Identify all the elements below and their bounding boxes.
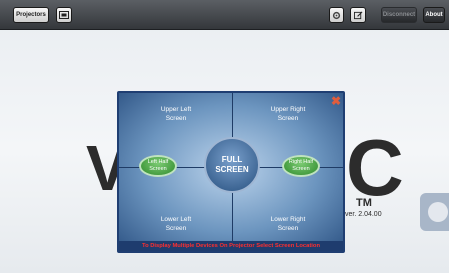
left-half-screen-button[interactable]: Left Half Screen [139,155,177,177]
edit-icon[interactable] [350,7,366,23]
pencil-icon [353,11,362,19]
right-half-screen-button[interactable]: Right Half Screen [282,155,320,177]
image-icon[interactable] [56,7,72,23]
settings-icon [332,11,341,19]
gear-icon[interactable] [329,7,344,23]
picture-icon [59,11,69,19]
upper-right-screen-option[interactable]: Upper Right Screen [243,105,333,123]
dialog-footer-instruction: To Display Multiple Devices On Projector… [119,241,343,251]
logo-letter-right: C [346,123,404,212]
projectors-button[interactable]: Projectors [13,7,49,23]
disconnect-button[interactable]: Disconnect [381,7,417,23]
about-button[interactable]: About [423,7,445,23]
version-label: ver. 2.04.00 [345,211,382,218]
lower-left-screen-option[interactable]: Lower Left Screen [131,215,221,233]
side-drawer-handle[interactable] [420,193,449,231]
trademark: TM [356,197,372,209]
top-toolbar: Projectors Disconnect About [0,0,449,30]
lower-right-screen-option[interactable]: Lower Right Screen [243,215,333,233]
upper-left-screen-option[interactable]: Upper Left Screen [131,105,221,123]
close-icon[interactable]: ✖ [331,95,341,107]
full-screen-button[interactable]: FULL SCREEN [204,137,260,193]
screen-location-dialog: Upper Left Screen Upper Right Screen Lef… [117,91,345,253]
handle-knob [428,202,448,222]
